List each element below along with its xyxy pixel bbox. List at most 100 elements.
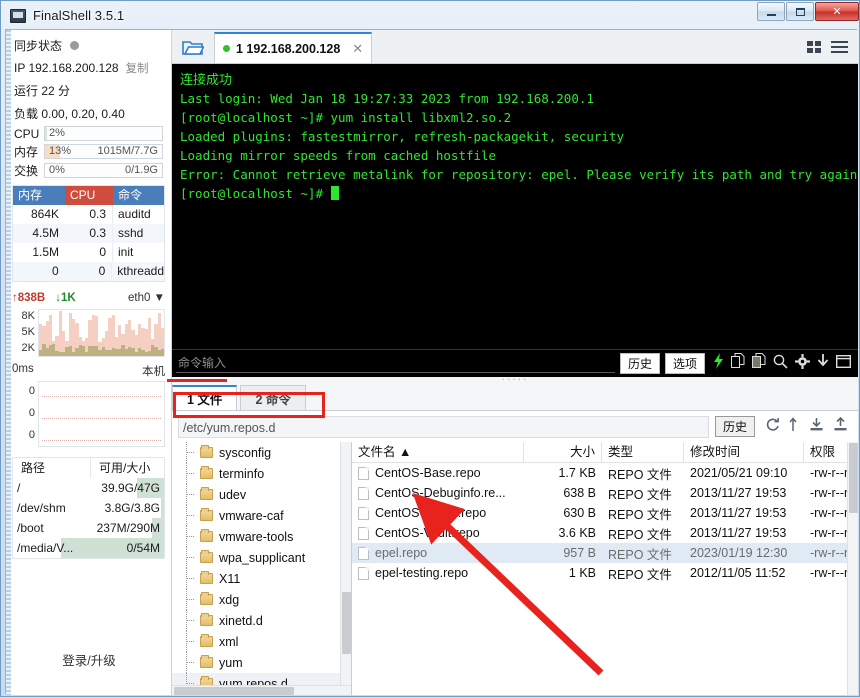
title-bar[interactable]: FinalShell 3.5.1 ✕ — [1, 1, 860, 29]
close-button[interactable]: ✕ — [815, 2, 859, 21]
file-col-modified[interactable]: 修改时间 — [684, 442, 804, 462]
process-row[interactable]: 4.5M0.3sshd — [13, 224, 164, 243]
tree-item-xml[interactable]: xml — [172, 631, 351, 652]
path-history-button[interactable]: 历史 — [715, 416, 755, 437]
tree-item-xdg[interactable]: xdg — [172, 589, 351, 610]
process-col-cpu[interactable]: CPU — [65, 186, 113, 205]
file-modified-cell: 2021/05/21 09:10 — [684, 466, 804, 480]
file-modified-cell: 2013/11/27 19:53 — [684, 486, 804, 500]
network-y-axis: 8K 5K 2K — [12, 309, 38, 357]
disk-row[interactable]: /boot237M/290M — [13, 518, 164, 538]
disk-row[interactable]: /dev/shm3.8G/3.8G — [13, 498, 164, 518]
copy-icon[interactable] — [731, 353, 745, 374]
process-row[interactable]: 1.5M0init — [13, 243, 164, 262]
download-file-icon[interactable] — [809, 417, 824, 437]
tree-item-vmware-tools[interactable]: vmware-tools — [172, 526, 351, 547]
disk-path: /dev/shm — [13, 498, 91, 518]
tree-item-sysconfig[interactable]: sysconfig — [172, 442, 351, 463]
sync-status-row: 同步状态 — [6, 30, 171, 57]
copy-ip-button[interactable]: 复制 — [126, 60, 149, 76]
window-icon[interactable] — [836, 355, 851, 373]
process-row[interactable]: 864K0.3auditd — [13, 205, 164, 224]
session-tab[interactable]: 1 192.168.200.128 ✕ — [214, 32, 372, 63]
tree-item-label: udev — [219, 488, 246, 502]
command-options-button[interactable]: 选项 — [665, 353, 705, 374]
login-upgrade-link[interactable]: 登录/升级 — [6, 650, 172, 669]
folder-open-icon[interactable] — [172, 30, 214, 63]
folder-icon — [200, 510, 213, 521]
minimize-button[interactable] — [757, 2, 785, 21]
network-interface-select[interactable]: eth0 ▼ — [128, 292, 165, 304]
process-cmd: auditd — [113, 205, 164, 224]
sort-icon[interactable] — [789, 417, 800, 437]
download-icon[interactable] — [817, 354, 829, 374]
file-row[interactable]: CentOS-Vault.repo3.6 KBREPO 文件2013/11/27… — [352, 523, 858, 543]
file-col-type[interactable]: 类型 — [602, 442, 684, 462]
resource-meters: CPU2%内存13%1015M/7.7G交换0%0/1.9G — [6, 125, 171, 180]
file-name: CentOS-Media.repo — [375, 506, 486, 520]
tree-item-vmware-caf[interactable]: vmware-caf — [172, 505, 351, 526]
tree-item-udev[interactable]: udev — [172, 484, 351, 505]
path-input[interactable]: /etc/yum.repos.d — [178, 416, 709, 438]
upload-file-icon[interactable] — [833, 417, 848, 437]
tree-item-yum[interactable]: yum — [172, 652, 351, 673]
paste-icon[interactable] — [752, 353, 766, 374]
file-col-size[interactable]: 大小 — [524, 442, 602, 462]
session-tab-strip: 1 192.168.200.128 ✕ — [172, 30, 858, 64]
tree-item-terminfo[interactable]: terminfo — [172, 463, 351, 484]
terminal-output[interactable]: 连接成功Last login: Wed Jan 18 19:27:33 2023… — [172, 64, 858, 349]
session-tab-label: 1 192.168.200.128 — [236, 42, 340, 56]
file-row[interactable]: CentOS-Base.repo1.7 KBREPO 文件2021/05/21 … — [352, 463, 858, 483]
tree-item-label: vmware-tools — [219, 530, 293, 544]
process-table[interactable]: 内存 CPU 命令 864K0.3auditd4.5M0.3sshd1.5M0i… — [12, 185, 165, 282]
bottom-tab-files[interactable]: 1 文件 — [172, 385, 237, 410]
disk-row[interactable]: /media/V...0/54M — [13, 538, 164, 558]
window-content: 同步状态 IP 192.168.200.128 复制 运行 22 分 负载 0.… — [5, 29, 857, 694]
tree-horizontal-scrollbar[interactable] — [172, 685, 351, 695]
process-row[interactable]: 00kthreadd — [13, 262, 164, 281]
file-row[interactable]: CentOS-Debuginfo.re...638 BREPO 文件2013/1… — [352, 483, 858, 503]
path-bar: /etc/yum.repos.d 历史 — [172, 410, 858, 442]
uptime-row: 运行 22 分 — [6, 79, 171, 102]
refresh-icon[interactable] — [765, 417, 780, 437]
file-modified-cell: 2013/11/27 19:53 — [684, 506, 804, 520]
tree-item-xinetd-d[interactable]: xinetd.d — [172, 610, 351, 631]
process-col-cmd[interactable]: 命令 — [113, 186, 164, 205]
search-icon[interactable] — [773, 354, 788, 374]
tree-vertical-scrollbar[interactable] — [340, 442, 351, 695]
tree-item-wpa-supplicant[interactable]: wpa_supplicant — [172, 547, 351, 568]
tree-item-x11[interactable]: X11 — [172, 568, 351, 589]
bottom-tab-commands[interactable]: 2 命令 — [240, 385, 305, 410]
grid-view-icon[interactable] — [807, 40, 822, 59]
list-view-icon[interactable] — [831, 40, 848, 59]
file-name: CentOS-Debuginfo.re... — [375, 486, 506, 500]
close-icon[interactable]: ✕ — [352, 41, 363, 57]
terminal-line: Last login: Wed Jan 18 19:27:33 2023 fro… — [180, 89, 850, 108]
file-list[interactable]: 文件名 ▲ 大小 类型 修改时间 权限 CentOS-Base.repo1.7 … — [352, 442, 858, 695]
file-row[interactable]: epel.repo957 BREPO 文件2023/01/19 12:30-rw… — [352, 543, 858, 563]
file-size-cell: 638 B — [524, 486, 602, 500]
file-row[interactable]: CentOS-Media.repo630 BREPO 文件2013/11/27 … — [352, 503, 858, 523]
folder-icon — [200, 489, 213, 500]
file-type-cell: REPO 文件 — [602, 544, 684, 563]
maximize-button[interactable] — [786, 2, 814, 21]
disk-usage-table: 路径 可用/大小 /39.9G/47G/dev/shm3.8G/3.8G/boo… — [12, 457, 165, 559]
process-col-mem[interactable]: 内存 — [13, 186, 65, 205]
meter-bar: 0%0/1.9G — [44, 163, 163, 178]
disk-row[interactable]: /39.9G/47G — [13, 478, 164, 498]
file-col-name[interactable]: 文件名 ▲ — [352, 442, 524, 462]
file-row[interactable]: epel-testing.repo1 KBREPO 文件2012/11/05 1… — [352, 563, 858, 583]
meter-amount: 0/1.9G — [125, 164, 158, 177]
directory-tree[interactable]: sysconfigterminfo udev vmware-caf vmware-to… — [172, 442, 352, 695]
splitter-handle[interactable]: ····· — [172, 377, 858, 384]
lightning-icon[interactable] — [713, 353, 724, 374]
command-input[interactable]: 命令输入 — [176, 354, 615, 373]
network-base-bar — [161, 349, 164, 356]
file-type-cell: REPO 文件 — [602, 564, 684, 583]
command-input-bar: 命令输入 历史 选项 — [172, 349, 858, 377]
command-history-button[interactable]: 历史 — [620, 353, 660, 374]
gear-icon[interactable] — [795, 354, 810, 374]
file-list-vertical-scrollbar[interactable] — [847, 442, 858, 695]
meter-label: 交换 — [14, 162, 44, 179]
disk-col-path: 路径 — [13, 458, 91, 478]
